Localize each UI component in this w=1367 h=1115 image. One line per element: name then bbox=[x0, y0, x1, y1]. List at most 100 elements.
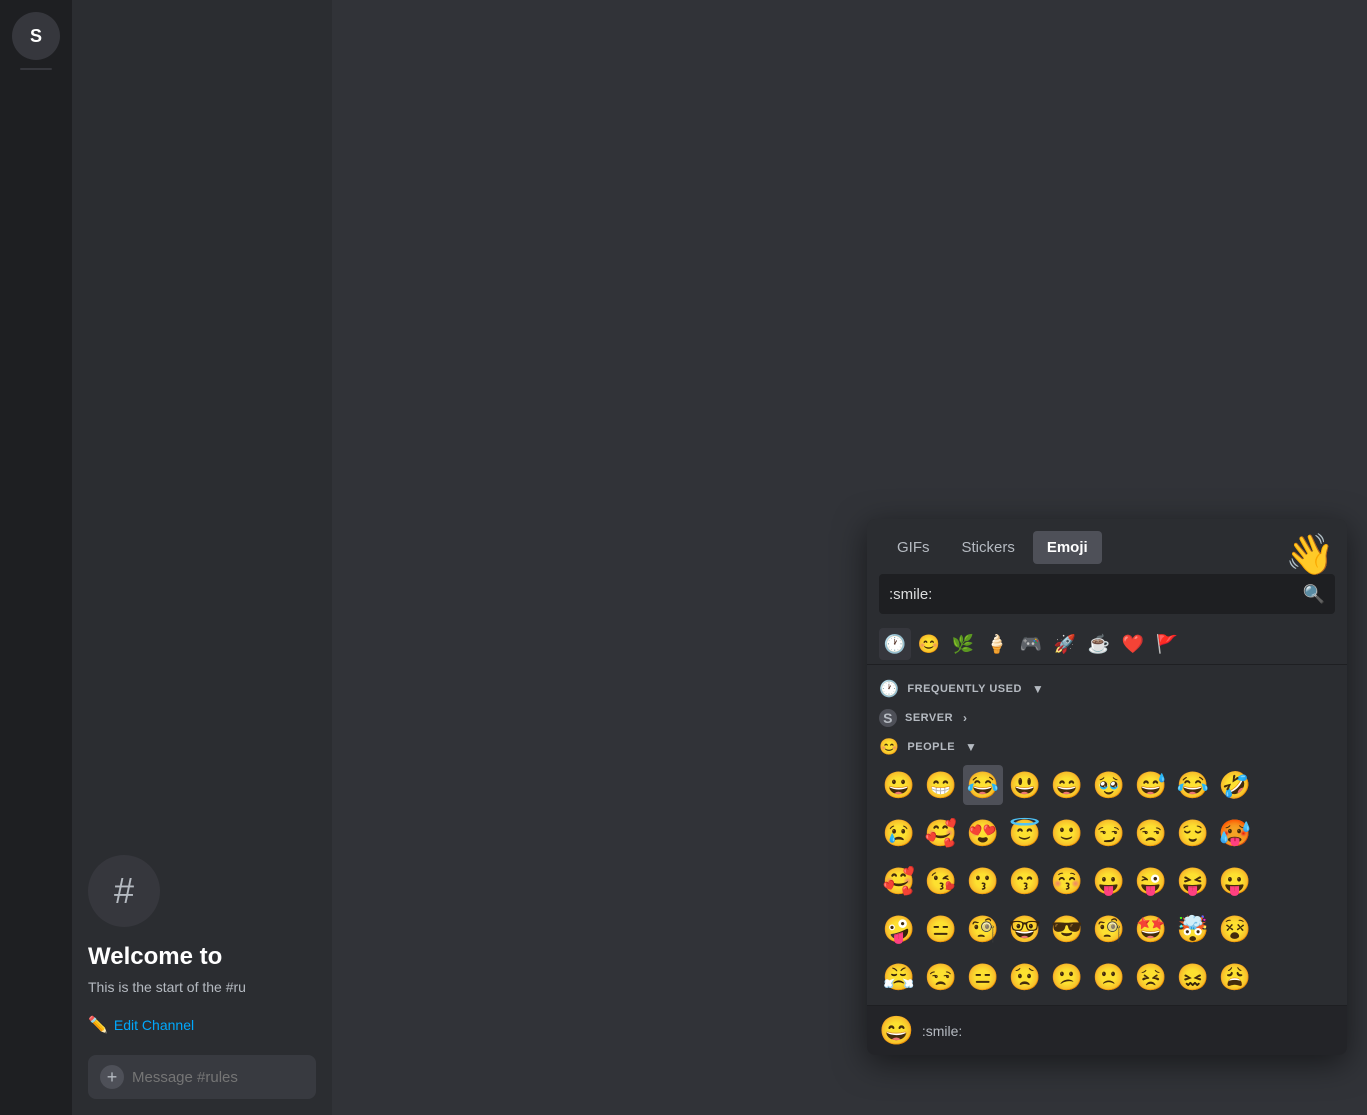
emoji-sunglasses[interactable]: 😎 bbox=[1047, 909, 1087, 949]
channel-title: Welcome to bbox=[88, 943, 316, 971]
emoji-row-5: 😤 😒 😑 😟 😕 🙁 😣 😖 😩 bbox=[879, 953, 1335, 1001]
category-people[interactable]: 😊 bbox=[913, 628, 945, 660]
server-icon[interactable]: S bbox=[12, 12, 60, 60]
server-letter-icon: S bbox=[879, 709, 897, 727]
emoji-cry-laugh[interactable]: 😂 bbox=[1173, 765, 1213, 805]
section-server-label: SERVER bbox=[905, 712, 953, 724]
emoji-category-bar: 🕐 😊 🌿 🍦 🎮 🚀 ☕ ❤️ 🚩 bbox=[867, 624, 1347, 665]
emoji-expressionless2[interactable]: 😑 bbox=[963, 957, 1003, 997]
emoji-wink-tongue[interactable]: 😜 bbox=[1131, 861, 1171, 901]
category-travel[interactable]: 🚀 bbox=[1049, 628, 1081, 660]
emoji-grin[interactable]: 😁 bbox=[921, 765, 961, 805]
emoji-smirk[interactable]: 😏 bbox=[1089, 813, 1129, 853]
edit-channel-button[interactable]: ✏️ Edit Channel bbox=[88, 1011, 316, 1039]
category-nature[interactable]: 🌿 bbox=[947, 628, 979, 660]
emoji-sob[interactable]: 😢 bbox=[879, 813, 919, 853]
emoji-sweat-smile[interactable]: 😅 bbox=[1131, 765, 1171, 805]
section-frequently-used: 🕐 FREQUENTLY USED ▼ bbox=[879, 673, 1335, 703]
emoji-body: 🕐 FREQUENTLY USED ▼ S SERVER › 😊 PEOPLE … bbox=[867, 665, 1347, 1005]
category-recent[interactable]: 🕐 bbox=[879, 628, 911, 660]
emoji-unamused[interactable]: 😒 bbox=[1131, 813, 1171, 853]
emoji-tongue[interactable]: 😛 bbox=[1215, 861, 1255, 901]
server-initial: S bbox=[30, 26, 42, 47]
category-food[interactable]: 🍦 bbox=[981, 628, 1013, 660]
category-activities[interactable]: 🎮 bbox=[1015, 628, 1047, 660]
emoji-kissing-heart[interactable]: 😘 bbox=[921, 861, 961, 901]
emoji-dizzy-face[interactable]: 😵 bbox=[1215, 909, 1255, 949]
search-icon: 🔍 bbox=[1303, 584, 1325, 605]
emoji-smiling-with-hearts[interactable]: 🥰 bbox=[879, 861, 919, 901]
emoji-confused[interactable]: 😕 bbox=[1047, 957, 1087, 997]
wave-emoji: 👋 bbox=[1285, 531, 1335, 578]
emoji-nerd[interactable]: 🤓 bbox=[1005, 909, 1045, 949]
emoji-slight-frown[interactable]: 🙁 bbox=[1089, 957, 1129, 997]
tab-emoji[interactable]: Emoji bbox=[1033, 531, 1102, 564]
emoji-search-input[interactable] bbox=[889, 586, 1303, 603]
message-input[interactable] bbox=[132, 1069, 331, 1086]
footer-emoji-label: :smile: bbox=[922, 1023, 962, 1039]
emoji-grinning[interactable]: 😀 bbox=[879, 765, 919, 805]
emoji-star-struck[interactable]: 🤩 bbox=[1131, 909, 1171, 949]
add-attachment-button[interactable]: + bbox=[100, 1065, 124, 1089]
emoji-picker: 👋 GIFs Stickers Emoji 🔍 🕐 😊 🌿 🍦 🎮 🚀 ☕ ❤️… bbox=[867, 519, 1347, 1055]
section-frequently-used-label: FREQUENTLY USED bbox=[907, 683, 1021, 695]
emoji-row-1: 😀 😁 😂 😃 😄 🥹 😅 😂 🤣 bbox=[879, 761, 1335, 809]
emoji-kissing[interactable]: 😗 bbox=[963, 861, 1003, 901]
emoji-huffing[interactable]: 😤 bbox=[879, 957, 919, 997]
emoji-exploding-head[interactable]: 🤯 bbox=[1173, 909, 1213, 949]
clock-icon: 🕐 bbox=[879, 679, 899, 699]
emoji-smile[interactable]: 😄 bbox=[1047, 765, 1087, 805]
emoji-search: 🔍 bbox=[879, 574, 1335, 614]
emoji-smiley[interactable]: 😃 bbox=[1005, 765, 1045, 805]
plus-icon: + bbox=[107, 1067, 118, 1088]
pencil-icon: ✏️ bbox=[88, 1015, 108, 1035]
tab-gifs[interactable]: GIFs bbox=[883, 531, 944, 564]
people-icon: 😊 bbox=[879, 737, 899, 757]
emoji-kissing-smiling[interactable]: 😙 bbox=[1005, 861, 1045, 901]
section-people: 😊 PEOPLE ▼ bbox=[879, 731, 1335, 761]
tab-stickers[interactable]: Stickers bbox=[948, 531, 1029, 564]
emoji-rofl[interactable]: 🤣 bbox=[1215, 765, 1255, 805]
emoji-disguise[interactable]: 🧐 bbox=[1089, 909, 1129, 949]
footer-preview-emoji: 😄 bbox=[879, 1014, 914, 1047]
category-objects[interactable]: ☕ bbox=[1083, 628, 1115, 660]
emoji-unamused2[interactable]: 😒 bbox=[921, 957, 961, 997]
emoji-persevere[interactable]: 😣 bbox=[1131, 957, 1171, 997]
emoji-footer: 😄 :smile: bbox=[867, 1005, 1347, 1055]
emoji-relieved[interactable]: 😌 bbox=[1173, 813, 1213, 853]
emoji-row-3: 🥰 😘 😗 😙 😚 😛 😜 😝 😛 bbox=[879, 857, 1335, 905]
emoji-slightly-smiling[interactable]: 🙂 bbox=[1047, 813, 1087, 853]
emoji-row-2: 😢 🥰 😍 😇 🙂 😏 😒 😌 🥵 bbox=[879, 809, 1335, 857]
emoji-monocle[interactable]: 🧐 bbox=[963, 909, 1003, 949]
hash-symbol: # bbox=[114, 870, 134, 912]
emoji-expressionless[interactable]: 😑 bbox=[921, 909, 961, 949]
emoji-confounded[interactable]: 😖 bbox=[1173, 957, 1213, 997]
people-chevron-down-icon: ▼ bbox=[965, 740, 977, 754]
picker-tabs: GIFs Stickers Emoji bbox=[867, 519, 1347, 564]
section-people-label: PEOPLE bbox=[907, 741, 955, 753]
emoji-kissing-closed[interactable]: 😚 bbox=[1047, 861, 1087, 901]
edit-channel-label: Edit Channel bbox=[114, 1017, 194, 1033]
server-sidebar: S bbox=[0, 0, 72, 1115]
chevron-right-icon: › bbox=[963, 711, 968, 725]
sidebar-divider bbox=[20, 68, 52, 70]
category-symbols[interactable]: ❤️ bbox=[1117, 628, 1149, 660]
emoji-row-4: 🤪 😑 🧐 🤓 😎 🧐 🤩 🤯 😵 bbox=[879, 905, 1335, 953]
emoji-smiling-hearts[interactable]: 🥰 bbox=[921, 813, 961, 853]
emoji-hot[interactable]: 🥵 bbox=[1215, 813, 1255, 853]
emoji-zany[interactable]: 🤪 bbox=[879, 909, 919, 949]
chevron-down-icon: ▼ bbox=[1032, 682, 1044, 696]
emoji-innocent[interactable]: 😇 bbox=[1005, 813, 1045, 853]
category-flags[interactable]: 🚩 bbox=[1151, 628, 1183, 660]
emoji-worried[interactable]: 😟 bbox=[1005, 957, 1045, 997]
channel-desc: This is the start of the #ru bbox=[88, 979, 316, 995]
channel-sidebar: # Welcome to This is the start of the #r… bbox=[72, 0, 332, 1115]
emoji-squint-tongue[interactable]: 😝 bbox=[1173, 861, 1213, 901]
section-server: S SERVER › bbox=[879, 703, 1335, 731]
emoji-weary[interactable]: 😩 bbox=[1215, 957, 1255, 997]
emoji-blush-tongue[interactable]: 😛 bbox=[1089, 861, 1129, 901]
emoji-star-struck-eyes[interactable]: 🥹 bbox=[1089, 765, 1129, 805]
emoji-heart-eyes[interactable]: 😍 bbox=[963, 813, 1003, 853]
emoji-joy[interactable]: 😂 bbox=[963, 765, 1003, 805]
message-bar: + 🎁 GIF 📋 😫 bbox=[88, 1055, 316, 1099]
